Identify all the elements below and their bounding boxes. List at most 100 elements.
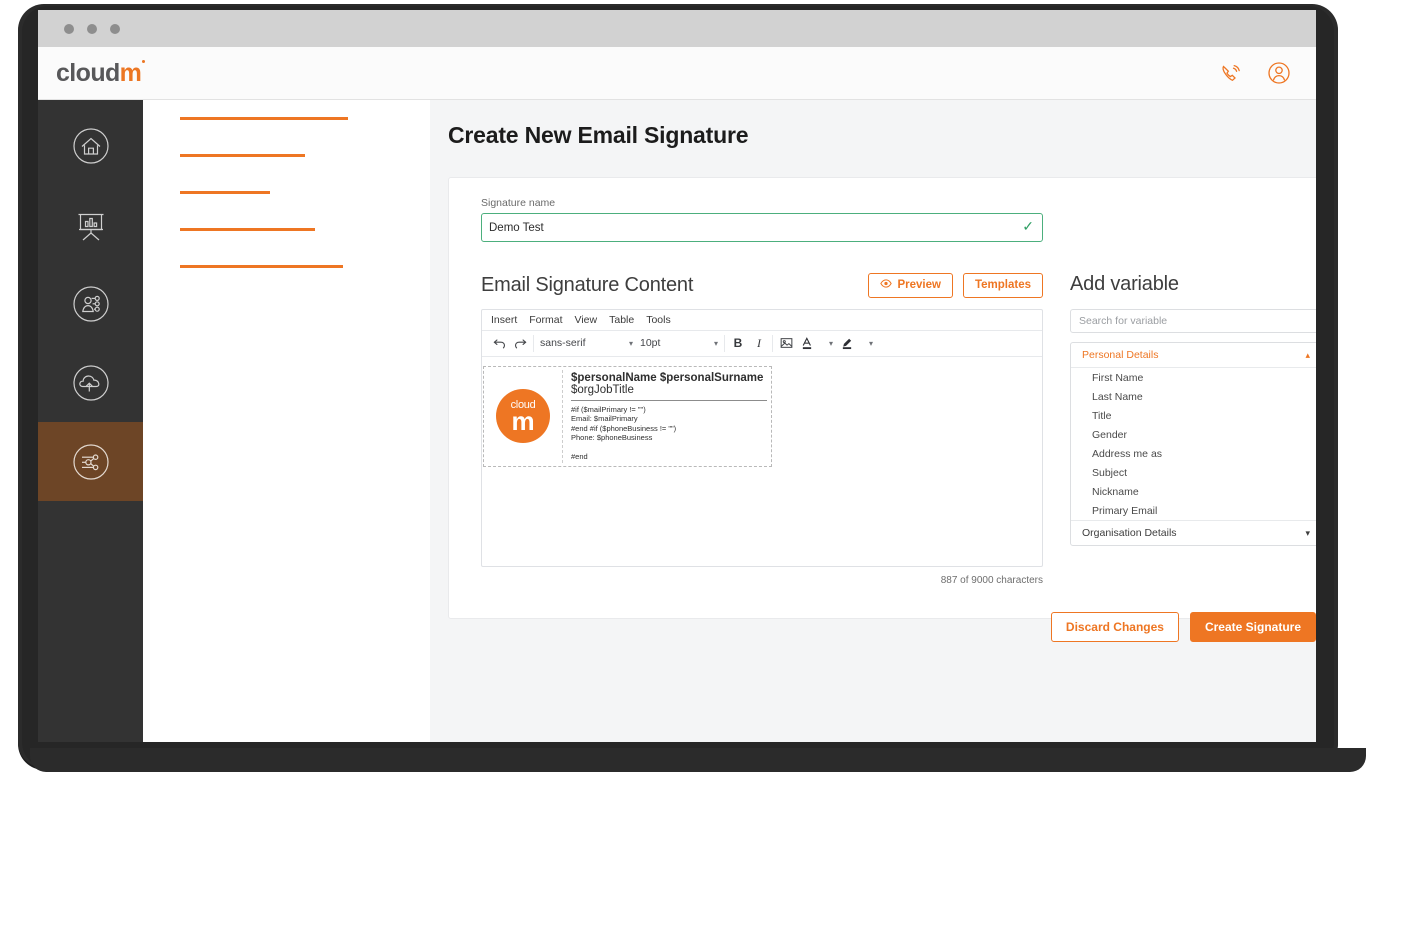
variable-item[interactable]: Subject	[1071, 463, 1316, 482]
menu-tools[interactable]: Tools	[646, 314, 671, 326]
cloud-upload-icon	[68, 360, 114, 406]
signature-jobtitle-variable-line: $orgJobTitle	[571, 383, 634, 396]
sidebar-item-home[interactable]	[38, 106, 143, 185]
phone-support-icon[interactable]	[1218, 60, 1244, 86]
signature-preview-table: cloud m $personalName $personalSurname $…	[483, 365, 772, 467]
variable-group-personal-details[interactable]: Personal Details ▴	[1071, 343, 1316, 368]
page-title: Create New Email Signature	[448, 122, 749, 148]
signature-code-line: #end #if ($phoneBusiness != "")	[571, 423, 677, 433]
preview-button[interactable]: Preview	[868, 273, 953, 298]
toolbar-history-group	[486, 331, 533, 356]
chevron-down-icon: ▾	[713, 338, 718, 348]
text-color-icon[interactable]	[800, 336, 814, 350]
signature-code-line: Phone: $phoneBusiness	[571, 433, 653, 442]
variable-group-organisation-details[interactable]: Organisation Details ▾	[1071, 520, 1316, 545]
form-footer-actions: Discard Changes Create Signature	[465, 611, 1316, 642]
text-color-chevron-down-icon[interactable]: ▾	[829, 339, 833, 348]
undo-icon[interactable]	[492, 338, 506, 349]
header-actions	[1218, 60, 1292, 86]
brand-logo[interactable]: cloudm	[56, 58, 146, 88]
editor-menubar: Insert Format View Table Tools	[482, 310, 1042, 331]
variable-item[interactable]: Last Name	[1071, 387, 1316, 406]
variable-item[interactable]: Address me as	[1071, 444, 1316, 463]
variable-item[interactable]: Title	[1071, 406, 1316, 425]
nav-placeholder-bar	[180, 265, 343, 268]
signature-form-card: Signature name ✓ Email Signature Content	[448, 177, 1316, 642]
font-family-value: sans-serif	[540, 337, 586, 349]
eye-icon	[880, 279, 893, 292]
editor-and-variables-row: Email Signature Content Preview Template…	[465, 273, 1316, 586]
window-minimize-dot[interactable]	[87, 23, 97, 34]
highlight-color-icon[interactable]	[840, 337, 854, 350]
users-icon	[68, 281, 114, 327]
sidebar-item-reports[interactable]	[38, 185, 143, 264]
nav-placeholder-bar	[180, 228, 315, 231]
menu-table[interactable]: Table	[609, 314, 634, 326]
nav-placeholder-bar	[180, 154, 305, 157]
variable-item[interactable]: First Name	[1071, 368, 1316, 387]
variable-panel-title: Add variable	[1070, 273, 1179, 295]
main-content-area: Create New Email Signature Signature nam…	[430, 100, 1316, 742]
highlight-color-chevron-down-icon[interactable]: ▾	[869, 339, 873, 348]
bold-button[interactable]: B	[731, 336, 745, 350]
app-header: cloudm	[38, 47, 1316, 100]
editor-header-buttons: Preview Templates	[868, 273, 1043, 298]
cloudm-logo-badge: cloud m	[496, 389, 550, 444]
templates-button-label: Templates	[974, 278, 1031, 291]
signature-share-icon	[68, 439, 114, 485]
variable-search-input[interactable]	[1070, 309, 1316, 333]
signature-code-line: Email: $mailPrimary	[571, 414, 638, 423]
rich-text-editor: Insert Format View Table Tools sans-seri…	[481, 308, 1043, 567]
home-icon	[68, 123, 114, 169]
toolbar-font-group: sans-serif ▾ 10pt ▾	[534, 331, 724, 356]
signature-code-line: #if ($mailPrimary != "")	[571, 404, 646, 414]
variable-group-label: Personal Details	[1082, 349, 1159, 361]
character-count: 887 of 9000 characters	[940, 574, 1043, 586]
sidebar-item-migrate[interactable]	[38, 343, 143, 422]
signature-name-variable-line: $personalName $personalSurname	[571, 371, 764, 384]
variable-item[interactable]: Nickname	[1071, 482, 1316, 501]
editor-content-area[interactable]: cloud m $personalName $personalSurname $…	[482, 357, 1042, 566]
device-bottom-bezel	[30, 748, 1366, 772]
nav-placeholder-bar	[180, 191, 270, 194]
toolbar-insert-group: ▾ ▾	[773, 331, 879, 356]
presentation-chart-icon	[68, 202, 114, 248]
chevron-up-icon: ▴	[1305, 349, 1310, 360]
insert-image-icon[interactable]	[779, 337, 793, 349]
signature-text-cell: $personalName $personalSurname $orgJobTi…	[563, 370, 771, 464]
redo-icon[interactable]	[513, 338, 527, 349]
font-family-select[interactable]: sans-serif ▾	[540, 337, 633, 349]
menu-format[interactable]: Format	[529, 314, 562, 326]
signature-name-label: Signature name	[481, 197, 556, 209]
toolbar-style-group: B I	[725, 331, 772, 356]
editor-title: Email Signature Content	[481, 273, 694, 296]
preview-button-label: Preview	[897, 278, 941, 291]
nav-placeholder-bar	[180, 117, 348, 120]
discard-changes-button[interactable]: Discard Changes	[1050, 611, 1179, 642]
variable-item[interactable]: Gender	[1071, 425, 1316, 444]
brand-logo-main: cloud	[56, 58, 120, 87]
signature-code-end-line: #end	[571, 451, 588, 461]
sidebar-item-signatures[interactable]	[38, 422, 143, 501]
brand-logo-accent: m	[119, 58, 142, 87]
signature-name-input[interactable]	[481, 213, 1043, 242]
create-signature-button[interactable]: Create Signature	[1189, 611, 1316, 642]
nav-placeholder-list	[143, 100, 430, 742]
italic-button[interactable]: I	[752, 336, 766, 351]
templates-button[interactable]: Templates	[962, 273, 1043, 298]
menu-view[interactable]: View	[575, 314, 598, 326]
editor-toolbar: sans-serif ▾ 10pt ▾ B I ▾ ▾	[482, 331, 1042, 357]
editor-header: Email Signature Content Preview Template…	[481, 273, 1043, 298]
editor-column: Email Signature Content Preview Template…	[481, 273, 1043, 586]
window-close-dot[interactable]	[64, 23, 74, 34]
signature-name-field-wrap: ✓	[481, 213, 1043, 242]
menu-insert[interactable]: Insert	[491, 314, 517, 326]
font-size-value: 10pt	[640, 337, 661, 349]
user-account-icon[interactable]	[1266, 60, 1292, 86]
signature-divider	[571, 399, 767, 401]
check-icon: ✓	[1022, 218, 1034, 234]
window-maximize-dot[interactable]	[110, 23, 120, 34]
font-size-select[interactable]: 10pt ▾	[640, 337, 718, 349]
sidebar-item-users[interactable]	[38, 264, 143, 343]
variable-item[interactable]: Primary Email	[1071, 501, 1316, 520]
